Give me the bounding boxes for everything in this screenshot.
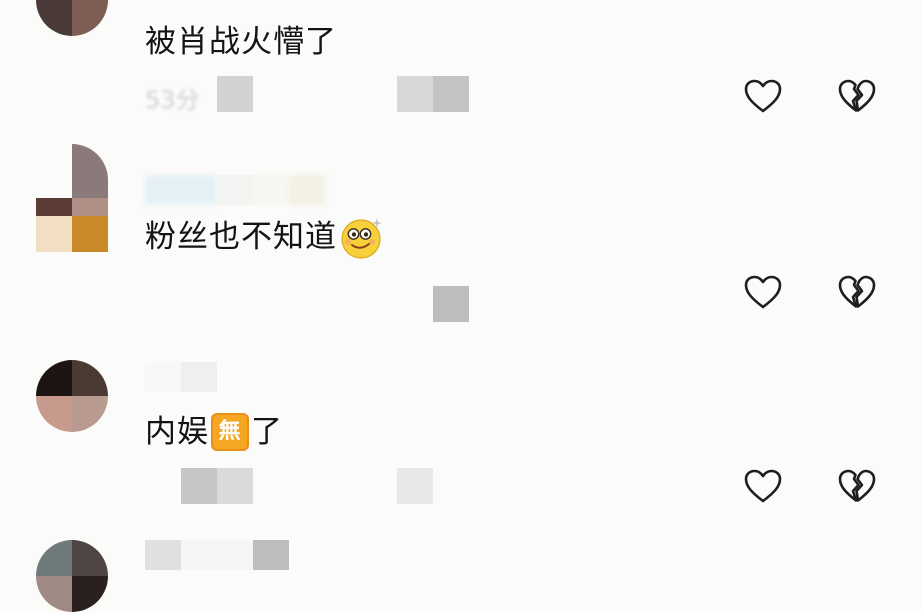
like-button[interactable] <box>743 77 783 117</box>
username-blurred <box>145 540 289 570</box>
comment-meta <box>145 286 505 322</box>
dislike-button[interactable] <box>837 273 877 313</box>
comment-text: 被肖战火懵了 <box>145 22 337 62</box>
heart-outline-icon <box>744 275 782 309</box>
comment-text-suffix: 了 <box>251 414 283 450</box>
avatar[interactable] <box>36 0 108 36</box>
broken-heart-icon <box>838 469 876 502</box>
heart-outline-icon <box>744 79 782 113</box>
comment-text-prefix: 内娱 <box>145 414 209 450</box>
comment-time: 53分 <box>145 86 200 114</box>
comment-text: 粉丝也不知道 <box>145 214 385 260</box>
comment-meta: 53分 <box>145 76 505 114</box>
like-button[interactable] <box>743 273 783 313</box>
broken-heart-icon <box>838 275 876 308</box>
comment-text-body: 被肖战火懵了 <box>145 24 337 60</box>
comment-text-body: 粉丝也不知道 <box>145 219 337 255</box>
dislike-button[interactable] <box>837 467 877 507</box>
dizzy-smile-emoji-icon <box>339 214 385 260</box>
username-blurred <box>145 175 325 205</box>
avatar[interactable] <box>36 360 108 432</box>
like-button[interactable] <box>743 467 783 507</box>
broken-heart-icon <box>838 79 876 112</box>
avatar-lower <box>36 216 108 252</box>
dislike-button[interactable] <box>837 77 877 117</box>
comment-text: 内娱 無 了 <box>145 412 283 452</box>
badge-label: 無 <box>218 419 242 444</box>
username-blurred <box>145 362 217 392</box>
avatar[interactable] <box>36 540 108 612</box>
comment-meta <box>145 468 505 504</box>
badge-emoji: 無 <box>211 413 249 451</box>
heart-outline-icon <box>744 469 782 503</box>
